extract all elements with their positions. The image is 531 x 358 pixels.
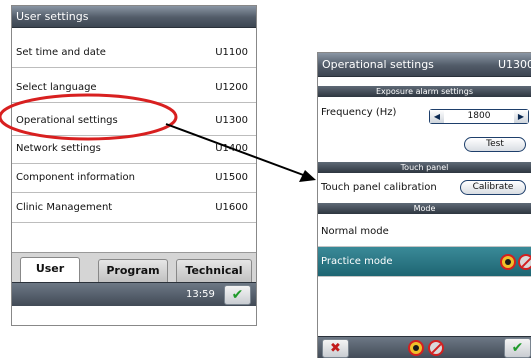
menu-item-label: Component information bbox=[16, 172, 135, 183]
check-icon: ✔ bbox=[231, 287, 244, 303]
tab-bar: User Program Technical bbox=[12, 252, 256, 283]
user-settings-title: User settings bbox=[12, 6, 256, 28]
screen-title: Operational settings bbox=[322, 58, 434, 71]
frequency-stepper[interactable]: ◀ 1800 ▶ bbox=[429, 109, 529, 124]
menu-item-label: Operational settings bbox=[16, 115, 118, 126]
mode-practice[interactable]: Practice mode bbox=[318, 247, 531, 277]
clock-time: 13:59 bbox=[186, 289, 215, 300]
menu-item-network-settings[interactable]: Network settings U1400 bbox=[12, 134, 256, 164]
menu-item-code: U1400 bbox=[215, 143, 248, 154]
no-entry-icon bbox=[518, 254, 531, 270]
ok-button[interactable]: ✔ bbox=[224, 285, 251, 305]
tab-user[interactable]: User bbox=[20, 257, 80, 283]
menu-item-label: Set time and date bbox=[16, 47, 106, 58]
status-bar: 13:59 ✔ bbox=[12, 282, 256, 306]
menu-item-label: Clinic Management bbox=[16, 202, 113, 213]
arrow-head-icon bbox=[299, 170, 316, 182]
user-settings-screen: User settings Set time and date U1100 Se… bbox=[11, 5, 257, 326]
tab-program[interactable]: Program bbox=[98, 259, 168, 283]
check-icon: ✔ bbox=[511, 340, 524, 356]
section-exposure-alarm: Exposure alarm settings bbox=[318, 86, 531, 97]
bottom-bar: ✖ ✔ bbox=[318, 336, 531, 358]
section-touch-panel: Touch panel bbox=[318, 162, 531, 173]
menu-item-operational-settings[interactable]: Operational settings U1300 bbox=[12, 106, 256, 136]
calibrate-button[interactable]: Calibrate bbox=[460, 180, 526, 195]
section-mode: Mode bbox=[318, 203, 531, 214]
tab-technical[interactable]: Technical bbox=[176, 259, 252, 283]
no-entry-icon bbox=[428, 340, 444, 356]
menu-item-label: Select language bbox=[16, 82, 97, 93]
menu-item-select-language[interactable]: Select language U1200 bbox=[12, 73, 256, 103]
operational-settings-screen: Operational settings U1300 Exposure alar… bbox=[317, 52, 531, 358]
menu-item-clinic-management[interactable]: Clinic Management U1600 bbox=[12, 193, 256, 223]
cancel-button[interactable]: ✖ bbox=[322, 339, 349, 358]
mode-label: Normal mode bbox=[321, 226, 389, 237]
mode-label: Practice mode bbox=[321, 256, 393, 267]
x-icon: ✖ bbox=[330, 341, 341, 356]
frequency-label: Frequency (Hz) bbox=[321, 107, 397, 118]
mode-normal[interactable]: Normal mode bbox=[318, 217, 531, 247]
menu-item-code: U1300 bbox=[215, 115, 248, 126]
frequency-value: 1800 bbox=[467, 111, 491, 121]
operational-settings-title-bar: Operational settings U1300 bbox=[318, 53, 531, 77]
menu-item-code: U1200 bbox=[215, 82, 248, 93]
menu-item-component-information[interactable]: Component information U1500 bbox=[12, 163, 256, 193]
menu-item-code: U1100 bbox=[215, 47, 248, 58]
screen-code: U1300 bbox=[498, 58, 531, 71]
ok-button[interactable]: ✔ bbox=[504, 338, 531, 358]
test-button[interactable]: Test bbox=[464, 137, 526, 152]
menu-item-code: U1600 bbox=[215, 202, 248, 213]
decrease-arrow-icon[interactable]: ◀ bbox=[430, 110, 444, 123]
increase-arrow-icon[interactable]: ▶ bbox=[514, 110, 528, 123]
radiation-icon bbox=[500, 254, 516, 270]
menu-item-label: Network settings bbox=[16, 143, 101, 154]
calibration-label: Touch panel calibration bbox=[321, 182, 437, 193]
menu-item-code: U1500 bbox=[215, 172, 248, 183]
menu-item-set-time-and-date[interactable]: Set time and date U1100 bbox=[12, 38, 256, 68]
radiation-icon bbox=[408, 340, 424, 356]
